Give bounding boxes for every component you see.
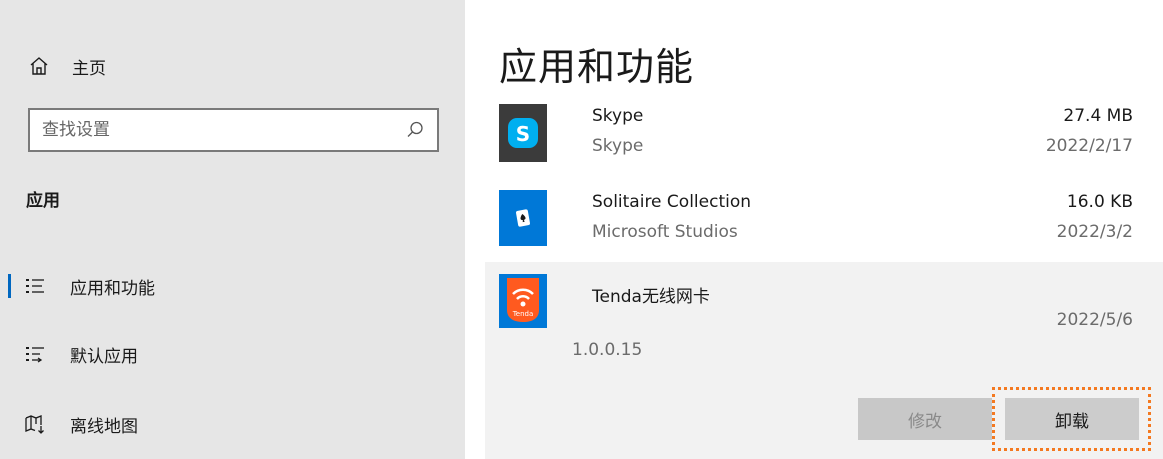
app-item-skype[interactable]: S Skype Skype 27.4 MB 2022/2/17 (485, 98, 1163, 170)
modify-button[interactable]: 修改 (858, 398, 992, 440)
sidebar-item-label: 离线地图 (70, 416, 138, 437)
sidebar-item-apps-features[interactable]: 应用和功能 (0, 266, 465, 306)
app-item-tenda[interactable]: Tenda Tenda无线网卡 2022/5/6 1.0.0.15 修改 卸载 (485, 262, 1163, 459)
search-box[interactable] (28, 108, 439, 152)
search-input[interactable] (30, 109, 405, 151)
solitaire-icon (499, 190, 547, 246)
section-title-apps: 应用 (26, 191, 60, 211)
home-icon (30, 57, 48, 75)
app-date: 2022/3/2 (1056, 222, 1133, 242)
app-version: 1.0.0.15 (572, 340, 643, 360)
sidebar-item-default-apps[interactable]: 默认应用 (0, 334, 465, 374)
app-item-solitaire[interactable]: Solitaire Collection Microsoft Studios 1… (485, 182, 1163, 254)
app-size: 27.4 MB (1063, 106, 1133, 126)
app-name: Solitaire Collection (592, 192, 752, 212)
app-publisher: Skype (592, 136, 644, 156)
nav-home[interactable]: 主页 (28, 50, 106, 82)
svg-text:S: S (516, 122, 530, 146)
nav-home-label: 主页 (72, 58, 106, 79)
app-name: Skype (592, 106, 644, 126)
app-size: 16.0 KB (1066, 192, 1133, 212)
settings-sidebar: 主页 应用 应用和功能 默认应用 (0, 0, 465, 459)
offline-maps-icon (25, 415, 44, 434)
default-apps-icon (26, 347, 44, 363)
tenda-logo-text: Tenda (512, 310, 534, 318)
sidebar-item-offline-maps[interactable]: 离线地图 (0, 404, 465, 444)
app-name: Tenda无线网卡 (592, 287, 710, 307)
app-publisher: Microsoft Studios (592, 222, 738, 242)
apps-features-icon (26, 279, 44, 293)
tenda-icon: Tenda (499, 274, 547, 328)
skype-icon: S (499, 104, 547, 162)
page-title: 应用和功能 (499, 45, 695, 89)
sidebar-item-label: 应用和功能 (70, 278, 155, 299)
uninstall-button[interactable]: 卸载 (1005, 398, 1139, 440)
app-date: 2022/2/17 (1045, 136, 1133, 156)
main-content: 应用和功能 S Skype Skype 27.4 MB 2022/2/17 So… (465, 0, 1163, 459)
search-icon[interactable] (405, 120, 425, 140)
sidebar-item-label: 默认应用 (70, 346, 138, 367)
app-date: 2022/5/6 (1056, 310, 1133, 330)
